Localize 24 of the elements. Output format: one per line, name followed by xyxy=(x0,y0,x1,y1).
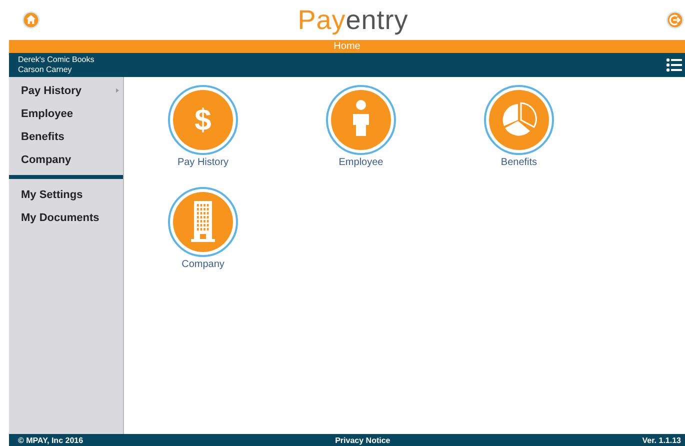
logout-icon[interactable] xyxy=(666,11,684,29)
sidebar-item[interactable]: Pay History xyxy=(9,79,123,102)
payentry-logo: Payentry xyxy=(298,4,408,36)
caret-icon xyxy=(116,88,119,93)
menu-icon[interactable] xyxy=(666,58,682,72)
sidebar-item[interactable]: Company xyxy=(9,148,123,171)
tile-label[interactable]: Pay History xyxy=(177,157,229,168)
tile-label[interactable]: Benefits xyxy=(500,157,538,168)
user-name: Carson Carney xyxy=(18,65,73,75)
sidebar-item[interactable]: Benefits xyxy=(9,125,123,148)
sidebar-item[interactable]: My Documents xyxy=(9,206,123,229)
building-icon[interactable] xyxy=(168,187,238,257)
sidebar-item[interactable]: Employee xyxy=(9,102,123,125)
sidebar-item[interactable]: My Settings xyxy=(9,183,123,206)
pie-chart-icon[interactable] xyxy=(484,85,554,155)
copyright-text: © MPAY, Inc 2016 xyxy=(18,436,84,444)
version-text: Ver. 1.1.13 xyxy=(642,436,681,444)
page-title: Home xyxy=(334,41,360,52)
privacy-notice-link[interactable]: Privacy Notice xyxy=(335,436,390,444)
tile-label[interactable]: Employee xyxy=(338,157,384,168)
company-name: Derek's Comic Books xyxy=(18,55,94,65)
home-icon[interactable] xyxy=(22,11,40,29)
tile-label[interactable]: Company xyxy=(182,259,224,270)
person-icon[interactable] xyxy=(326,85,396,155)
